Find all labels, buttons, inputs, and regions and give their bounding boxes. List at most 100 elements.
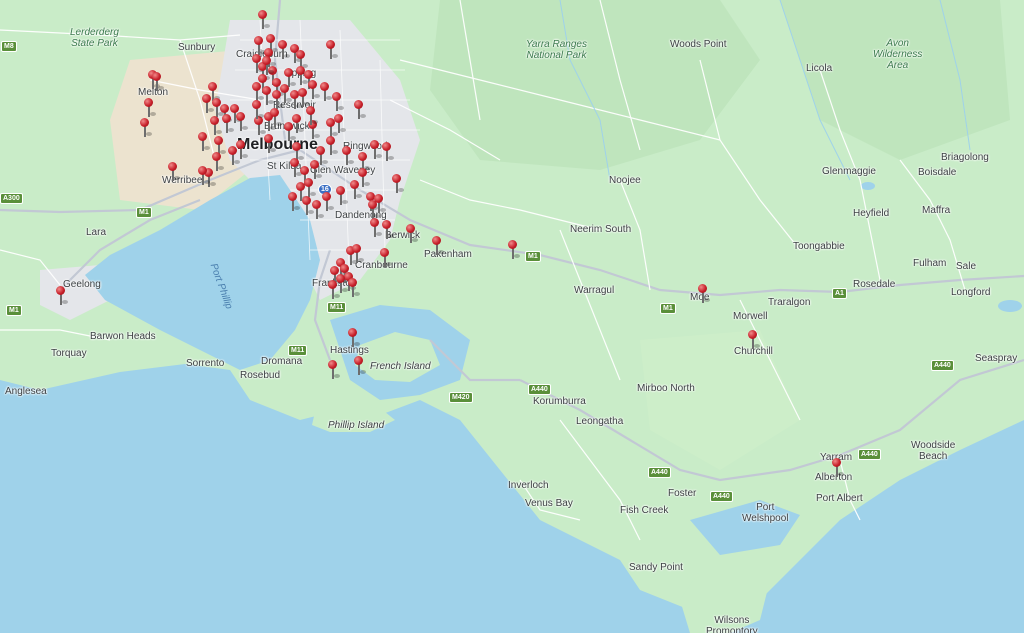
map-pin-icon[interactable] (290, 158, 302, 180)
town-label-barwon-heads: Barwon Heads (90, 331, 156, 342)
map-pin-icon[interactable] (352, 244, 364, 266)
map-pin-icon[interactable] (308, 80, 320, 102)
road-shield-m1-west: M1 (136, 207, 152, 218)
map-pin-icon[interactable] (328, 280, 340, 302)
map-pin-icon[interactable] (382, 142, 394, 164)
park-label-avon-wilderness: Avon Wilderness Area (873, 38, 923, 71)
road-shield-a1: A1 (832, 288, 847, 299)
map-pin-icon[interactable] (348, 278, 360, 300)
map-pin-icon[interactable] (354, 356, 366, 378)
map-pin-icon[interactable] (236, 140, 248, 162)
map-pin-icon[interactable] (348, 328, 360, 350)
map-pin-icon[interactable] (280, 84, 292, 106)
road-shield-m420: M420 (449, 392, 473, 403)
map-pin-icon[interactable] (236, 112, 248, 134)
town-label-sandy-point: Sandy Point (629, 562, 683, 573)
road-shield-a440-toora: A440 (710, 491, 733, 502)
map-pin-icon[interactable] (222, 114, 234, 136)
map-pin-icon[interactable] (252, 100, 264, 122)
map-pin-icon[interactable] (288, 192, 300, 214)
map-pin-icon[interactable] (832, 458, 844, 480)
road-shield-a440-yarram: A440 (858, 449, 881, 460)
road-shield-a440-seaspray: A440 (931, 360, 954, 371)
map-pin-icon[interactable] (312, 200, 324, 222)
map-pin-icon[interactable] (258, 10, 270, 32)
town-label-anglesea: Anglesea (5, 386, 47, 397)
map-canvas[interactable]: Melbourne Sunbury Craigieburn Epping Mel… (0, 0, 1024, 633)
map-pin-icon[interactable] (262, 56, 274, 78)
map-pin-icon[interactable] (370, 218, 382, 240)
map-pin-icon[interactable] (306, 106, 318, 128)
town-label-briagolong: Briagolong (941, 152, 989, 163)
town-label-morwell: Morwell (733, 311, 768, 322)
map-pin-icon[interactable] (152, 72, 164, 94)
map-pin-icon[interactable] (326, 40, 338, 62)
town-label-maffra: Maffra (922, 205, 951, 216)
map-pin-icon[interactable] (144, 98, 156, 120)
map-pin-icon[interactable] (198, 166, 210, 188)
map-pin-icon[interactable] (336, 186, 348, 208)
town-label-dromana: Dromana (261, 356, 303, 367)
map-pin-icon[interactable] (198, 132, 210, 154)
map-pin-icon[interactable] (332, 92, 344, 114)
map-pin-icon[interactable] (354, 100, 366, 122)
town-label-geelong: Geelong (63, 279, 101, 290)
map-pin-icon[interactable] (270, 108, 282, 130)
town-label-noojee: Noojee (609, 175, 641, 186)
town-label-licola: Licola (806, 63, 833, 74)
map-pin-icon[interactable] (316, 146, 328, 168)
map-pin-icon[interactable] (326, 136, 338, 158)
town-label-seaspray: Seaspray (975, 353, 1018, 364)
map-pin-icon[interactable] (284, 122, 296, 144)
map-pin-icon[interactable] (168, 162, 180, 184)
town-label-mirboo-north: Mirboo North (637, 383, 695, 394)
town-label-rosedale: Rosedale (853, 279, 896, 290)
map-pin-icon[interactable] (320, 82, 332, 104)
map-pin-icon[interactable] (328, 360, 340, 382)
map-pin-icon[interactable] (322, 192, 334, 214)
map-pin-icon[interactable] (262, 86, 274, 108)
map-pin-icon[interactable] (406, 224, 418, 246)
town-label-traralgon: Traralgon (768, 297, 811, 308)
town-label-heyfield: Heyfield (853, 208, 890, 219)
map-pin-icon[interactable] (358, 168, 370, 190)
map-pin-icon[interactable] (334, 114, 346, 136)
map-pin-icon[interactable] (56, 286, 68, 308)
map-pin-icon[interactable] (382, 220, 394, 242)
map-pin-icon[interactable] (202, 94, 214, 116)
town-label-lara: Lara (86, 227, 107, 238)
city-label-melbourne: Melbourne (237, 136, 318, 153)
road-shield-a440-foster: A440 (648, 467, 671, 478)
road-shield-a440-korumburra: A440 (528, 384, 551, 395)
map-pin-icon[interactable] (210, 116, 222, 138)
town-label-foster: Foster (668, 488, 697, 499)
map-pin-icon[interactable] (140, 118, 152, 140)
map-pin-icon[interactable] (748, 330, 760, 352)
town-label-sunbury: Sunbury (178, 42, 216, 53)
road-shield-m1-east: M1 (525, 251, 541, 262)
map-pin-icon[interactable] (508, 240, 520, 262)
map-pin-icon[interactable] (370, 140, 382, 162)
map-pin-icon[interactable] (264, 134, 276, 156)
island-label-phillip-island: Phillip Island (328, 420, 385, 431)
map-pin-icon[interactable] (278, 40, 290, 62)
road-shield-m11-a: M11 (327, 302, 347, 313)
town-label-longford: Longford (951, 287, 991, 298)
map-pin-icon[interactable] (698, 284, 710, 306)
island-label-french-island: French Island (370, 361, 431, 372)
road-shield-m11-b: M11 (288, 345, 308, 356)
map-pin-icon[interactable] (432, 236, 444, 258)
town-label-port-welshpool: Port Welshpool (742, 502, 789, 524)
road-shield-m1-geelong: M1 (6, 305, 22, 316)
map-pin-icon[interactable] (342, 146, 354, 168)
town-label-boisdale: Boisdale (918, 167, 957, 178)
map-pin-icon[interactable] (392, 174, 404, 196)
town-label-warragul: Warragul (574, 285, 615, 296)
town-label-sale: Sale (956, 261, 977, 272)
town-label-port-albert: Port Albert (816, 493, 863, 504)
map-pin-icon[interactable] (302, 196, 314, 218)
town-label-woodside-beach: Woodside Beach (911, 440, 956, 462)
town-label-korumburra: Korumburra (533, 396, 586, 407)
map-pin-icon[interactable] (380, 248, 392, 270)
road-shield-a300: A300 (0, 193, 23, 204)
